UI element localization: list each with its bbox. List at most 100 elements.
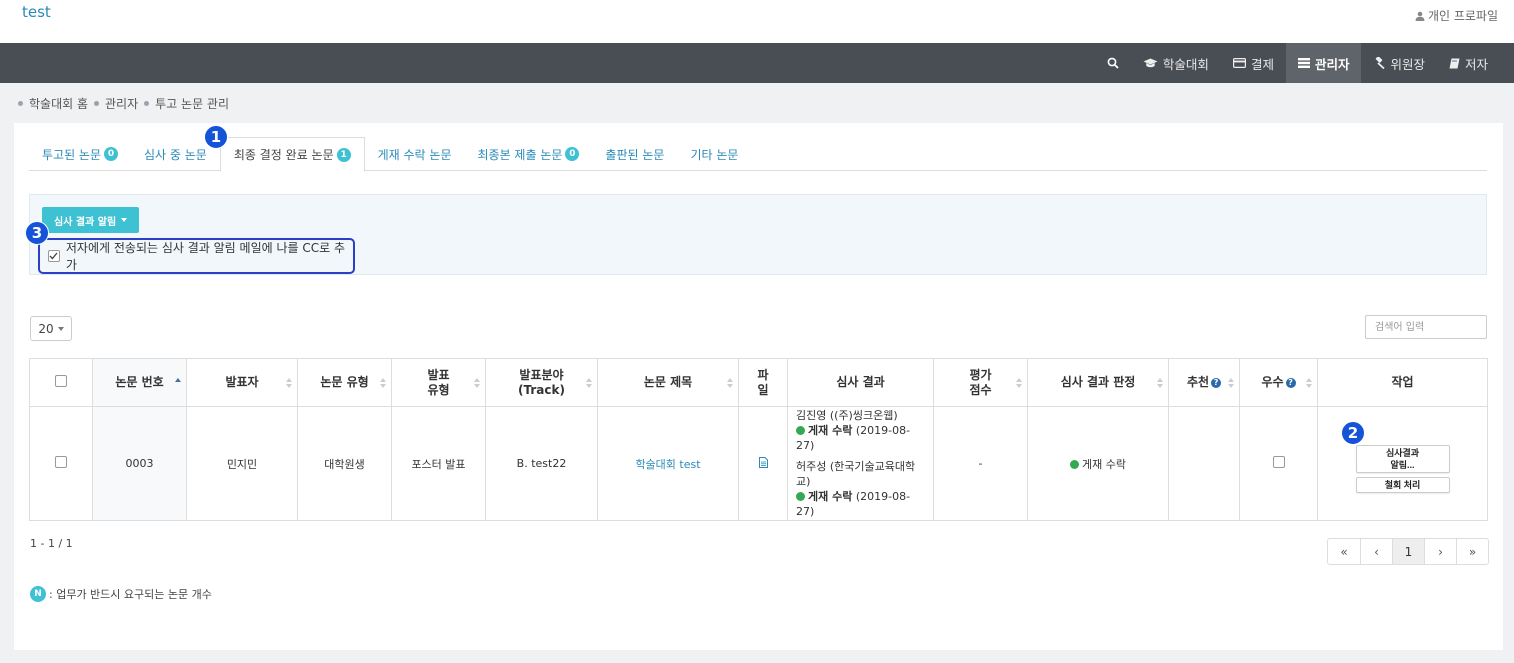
status-dot-icon: [1070, 459, 1079, 469]
badge-legend: N : 업무가 반드시 요구되는 논문 개수: [30, 586, 212, 602]
header-label: 발표자: [225, 375, 259, 389]
select-all-header: [29, 358, 93, 407]
count-badge: 0: [104, 147, 119, 161]
breadcrumb-label: 관리자: [105, 97, 139, 111]
tab-label: 최종본 제출 논문: [477, 147, 563, 162]
breadcrumb-label: 학술대회 홈: [29, 97, 89, 111]
sort-asc-icon: [175, 377, 181, 388]
cell-paper-no: 0003: [92, 406, 187, 521]
result-range: 1 - 1 / 1: [30, 537, 73, 550]
header-label: (Track): [518, 382, 565, 397]
page-first-button[interactable]: «: [1328, 539, 1360, 564]
tab-label: 출판된 논문: [605, 147, 665, 162]
header-presentation-type[interactable]: 발표 유형: [391, 358, 486, 407]
header-label: 평가: [969, 367, 992, 382]
tab-accepted[interactable]: 게재 수락 논문: [365, 137, 465, 171]
help-icon[interactable]: ?: [1285, 377, 1296, 388]
cc-option[interactable]: 저자에게 전송되는 심사 결과 알림 메일에 나를 CC로 추가: [38, 238, 355, 274]
bullet-icon: [144, 101, 150, 106]
sort-icon: [380, 377, 386, 388]
header-label: 논문 유형: [320, 375, 369, 389]
cell-excellent: [1239, 406, 1318, 521]
tab-submitted[interactable]: 투고된 논문 0: [29, 137, 131, 171]
page-next-button[interactable]: ›: [1424, 539, 1456, 564]
header-label: 추천: [1186, 375, 1210, 389]
tab-final-decision[interactable]: 최종 결정 완료 논문 1: [219, 137, 365, 172]
nav-chair[interactable]: 위원장: [1361, 43, 1437, 83]
header-paper-no[interactable]: 논문 번호: [92, 358, 187, 407]
nav-admin-label: 관리자: [1314, 56, 1350, 72]
header-label: 우수: [1261, 375, 1284, 389]
profile-link[interactable]: 개인 프로파일: [1415, 7, 1498, 24]
header-recommend[interactable]: 추천?: [1168, 358, 1240, 407]
table-row: 0003 민지민 대학원생 포스터 발표 B. test22 학술대회 test…: [29, 406, 1488, 521]
nav-author[interactable]: 저자: [1437, 43, 1500, 83]
header-excellent[interactable]: 우수?: [1239, 358, 1318, 407]
nav-search[interactable]: [1095, 43, 1131, 83]
nav-payment[interactable]: 결제: [1221, 43, 1286, 83]
header-title[interactable]: 논문 제목: [597, 358, 739, 407]
select-all-checkbox[interactable]: [55, 374, 67, 387]
button-label: 심사결과: [1385, 447, 1420, 458]
header-action: 작업: [1317, 358, 1488, 407]
pagination: « ‹ 1 › »: [1327, 538, 1489, 565]
cell-presenter: 민지민: [186, 406, 298, 521]
header-track[interactable]: 발표분야 (Track): [485, 358, 598, 407]
breadcrumb-admin[interactable]: 관리자: [94, 95, 138, 112]
review-result-notify-button[interactable]: 심사 결과 알림: [42, 207, 140, 233]
breadcrumb-current: 투고 논문 관리: [144, 95, 229, 112]
tab-label: 심사 중 논문: [144, 147, 207, 162]
excellent-checkbox[interactable]: [1272, 456, 1285, 468]
sort-icon: [474, 377, 480, 388]
book-icon: [1449, 58, 1460, 68]
header-label: 발표분야: [519, 367, 564, 382]
count-badge: 1: [336, 147, 351, 162]
breadcrumb-home[interactable]: 학술대회 홈: [18, 95, 88, 112]
header-decision[interactable]: 심사 결과 판정: [1027, 358, 1169, 407]
page-number-button[interactable]: 1: [1392, 539, 1424, 564]
nav-admin[interactable]: 관리자: [1285, 43, 1362, 83]
header-paper-type[interactable]: 논문 유형: [297, 358, 392, 407]
notify-result-button[interactable]: 심사결과 알림...: [1355, 444, 1450, 473]
user-icon: [1415, 11, 1425, 21]
paper-title-link[interactable]: 학술대회 test: [635, 458, 700, 471]
nav-conference[interactable]: 학술대회: [1131, 43, 1221, 83]
row-select-cell: [29, 406, 93, 521]
sort-icon: [286, 377, 292, 388]
nav-payment-label: 결제: [1250, 56, 1274, 72]
caret-down-icon: [121, 218, 128, 222]
count-badge: 0: [565, 147, 580, 161]
reviewer-name: 허주성 (한국기술교육대학: [796, 460, 916, 473]
status-dot-icon: [796, 426, 805, 435]
page-prev-button[interactable]: ‹: [1360, 539, 1392, 564]
sort-icon: [727, 377, 733, 388]
cell-track: B. test22: [485, 406, 598, 521]
tab-label: 기타 논문: [690, 147, 739, 162]
check-icon: [49, 252, 58, 260]
header-presenter[interactable]: 발표자: [186, 358, 298, 407]
bullet-icon: [18, 101, 23, 106]
main-navbar: 학술대회 결제 관리자 위원장 저자: [0, 43, 1514, 83]
row-checkbox[interactable]: [55, 456, 67, 468]
tab-published[interactable]: 출판된 논문: [592, 137, 677, 171]
server-icon: [1297, 58, 1310, 68]
file-icon[interactable]: [758, 456, 768, 468]
withdraw-button[interactable]: 철회 처리: [1355, 476, 1450, 493]
review-result: 게재 수락: [808, 490, 853, 503]
help-icon[interactable]: ?: [1211, 377, 1222, 388]
graduation-cap-icon: [1143, 58, 1158, 67]
page-size-select[interactable]: 20: [30, 316, 72, 341]
profile-label: 개인 프로파일: [1427, 9, 1498, 23]
annotation-marker-1: 1: [204, 125, 228, 149]
page-last-button[interactable]: »: [1456, 539, 1488, 564]
cc-checkbox[interactable]: [48, 250, 60, 262]
tab-other[interactable]: 기타 논문: [677, 137, 751, 171]
site-title[interactable]: test: [22, 3, 51, 21]
header-score[interactable]: 평가 점수: [933, 358, 1028, 407]
header-label: 점수: [969, 382, 992, 397]
status-dot-icon: [796, 492, 805, 501]
search-input[interactable]: [1365, 315, 1487, 339]
reviewer-name: 김진영 ((주)씽크온웹): [796, 409, 898, 422]
cell-decision: 게재 수락: [1027, 406, 1169, 521]
tab-final-submitted[interactable]: 최종본 제출 논문 0: [465, 137, 593, 171]
